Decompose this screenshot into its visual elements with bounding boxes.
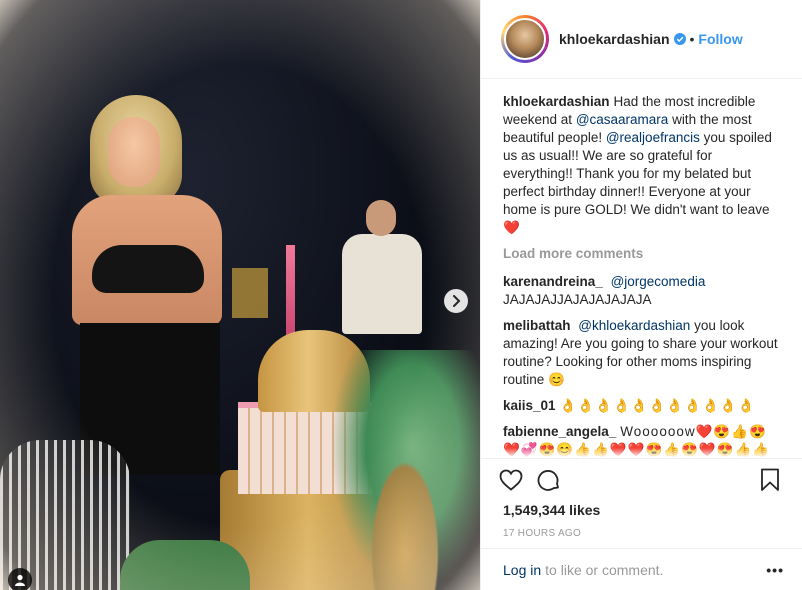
comments-fade [481,448,802,458]
user-tag-icon [15,574,25,586]
comment-text: JAJAJAJJAJAJAJAJAJA [503,292,652,307]
list-item: melibattah @khloekardashian you look ama… [503,317,784,389]
caption: khloekardashian Had the most incredible w… [503,93,784,237]
action-bar [481,458,802,500]
post-header: khloekardashian • Follow [481,0,802,79]
post-photo[interactable] [0,0,480,590]
list-item: karenandreina_ @jorgecomedia JAJAJAJJAJA… [503,273,784,309]
list-item: kaiis_01 👌👌👌👌👌👌👌👌👌👌👌 [503,397,784,415]
save-button[interactable] [756,466,784,494]
user-tags-button[interactable] [8,568,32,590]
caption-mention[interactable]: @realjoefrancis [606,130,700,145]
comment-mention[interactable]: @khloekardashian [578,318,690,333]
chevron-right-icon [453,295,461,307]
verified-badge-icon [673,33,686,45]
comment-bubble-icon [537,469,559,491]
caption-username[interactable]: khloekardashian [503,94,610,109]
comment-username[interactable]: kaiis_01 [503,398,556,413]
comment-username[interactable]: karenandreina_ [503,274,603,289]
post-side-panel: khloekardashian • Follow khloekardashian… [480,0,802,590]
bookmark-icon [761,468,779,491]
comment-text: 👌👌👌👌👌👌👌👌👌👌👌 [559,398,756,413]
login-footer: Log in to like or comment. ••• [481,548,802,590]
comment-username[interactable]: melibattah [503,318,571,333]
avatar[interactable] [501,15,549,63]
comment-username[interactable]: fabienne_angela_ [503,424,616,439]
like-button[interactable] [497,466,525,494]
post-timestamp[interactable]: 17 HOURS AGO [481,522,802,548]
comment-button[interactable] [535,466,563,494]
follow-button[interactable]: Follow [698,31,742,47]
header-username[interactable]: khloekardashian [559,31,670,47]
login-link[interactable]: Log in [503,562,541,578]
caption-mention[interactable]: @casaaramara [576,112,669,127]
photo-vignette [0,0,480,590]
load-more-comments-button[interactable]: Load more comments [503,245,784,263]
heart-outline-icon [499,469,523,491]
more-options-button[interactable]: ••• [766,562,784,578]
header-separator: • [689,31,695,47]
login-prompt: to like or comment. [545,561,664,578]
next-photo-button[interactable] [444,289,468,313]
post-frame: khloekardashian • Follow khloekardashian… [0,0,802,590]
heart-emoji: ❤️ [503,220,520,235]
comments-list[interactable]: khloekardashian Had the most incredible w… [481,79,802,458]
comment-mention[interactable]: @jorgecomedia [611,274,706,289]
like-count[interactable]: 1,549,344 likes [481,500,802,522]
comment-text: Woooooow❤️😍👍😍 [620,424,767,439]
